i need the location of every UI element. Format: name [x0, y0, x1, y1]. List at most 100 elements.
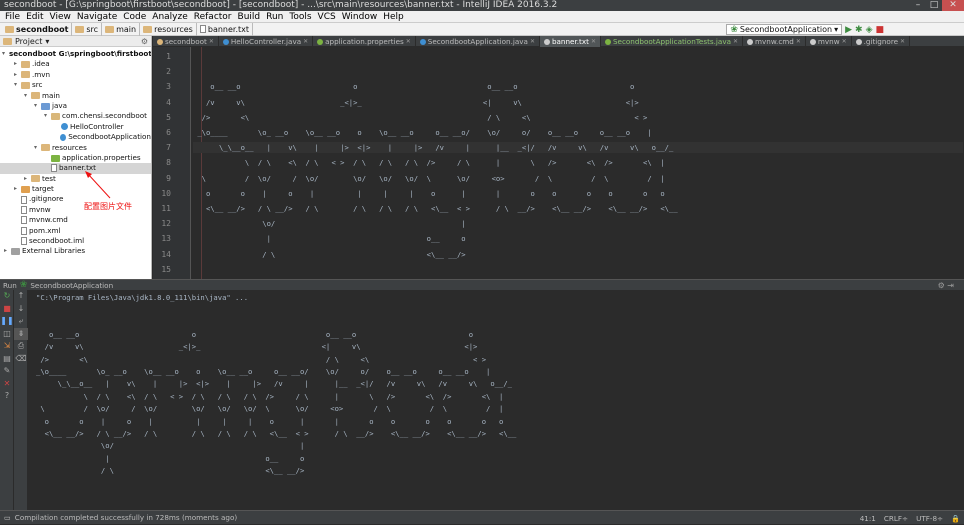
minimize-button[interactable]: – [910, 0, 926, 11]
tree-item[interactable]: SecondbootApplication [0, 132, 151, 142]
tree-item[interactable]: application.properties [0, 153, 151, 163]
tree-item[interactable]: ▾ resources [0, 143, 151, 153]
close-tab-icon[interactable]: ✕ [900, 36, 905, 47]
menu-refactor[interactable]: Refactor [193, 11, 233, 23]
close-tab-icon[interactable]: ✕ [406, 36, 411, 47]
menu-code[interactable]: Code [122, 11, 147, 23]
chevron-right-icon[interactable]: ▸ [12, 59, 19, 69]
scroll-to-end-icon[interactable]: ⇟ [14, 327, 28, 340]
close-tab-icon[interactable]: ✕ [303, 36, 308, 47]
breadcrumb-resources[interactable]: resources [140, 22, 197, 36]
breadcrumb-project[interactable]: secondboot [2, 22, 73, 36]
caret-position[interactable]: 41:1 [860, 514, 876, 523]
menu-run[interactable]: Run [265, 11, 284, 23]
stop-icon[interactable]: ■ [0, 303, 14, 316]
tree-item[interactable]: ▸ target [0, 184, 151, 194]
menu-view[interactable]: View [49, 11, 72, 23]
menu-file[interactable]: File [4, 11, 21, 23]
close-icon[interactable]: ✕ [0, 378, 14, 391]
tree-item[interactable]: pom.xml [0, 226, 151, 236]
lock-icon[interactable]: 🔒 [951, 514, 960, 523]
layout-icon[interactable]: ▤ [0, 353, 14, 366]
close-tab-icon[interactable]: ✕ [530, 36, 535, 47]
chevron-down-icon[interactable]: ▾ [32, 101, 39, 111]
tree-item[interactable]: ▸ External Libraries [0, 246, 151, 256]
dump-threads-icon[interactable]: ◫ [0, 328, 14, 341]
run-tab-label[interactable]: SecondbootApplication [30, 281, 113, 290]
tree-item[interactable]: mvnw.cmd [0, 215, 151, 225]
menu-analyze[interactable]: Analyze [151, 11, 188, 23]
chevron-right-icon[interactable]: ▸ [12, 184, 19, 194]
chevron-down-icon[interactable]: ▾ [32, 143, 39, 153]
chevron-down-icon[interactable]: ▾ [22, 91, 29, 101]
run-console[interactable]: "C:\Program Files\Java\jdk1.8.0_111\bin\… [28, 290, 964, 510]
coverage-icon[interactable]: ◈ [866, 25, 873, 35]
pause-icon[interactable]: ❚❚ [0, 315, 14, 328]
chevron-down-icon[interactable]: ▾ [2, 49, 5, 59]
editor-tab[interactable]: application.properties ✕ [313, 36, 416, 47]
print-icon[interactable]: ⎙ [14, 340, 28, 353]
chevron-right-icon[interactable]: ▸ [2, 246, 9, 256]
maximize-button[interactable]: □ [926, 0, 942, 11]
editor[interactable]: 1 2 3 4 5 6 7 8 9 10 11 12 13 14 15 o__ __o o o__ __o … [153, 47, 964, 279]
close-tab-icon[interactable]: ✕ [842, 36, 847, 47]
editor-text-area[interactable]: o__ __o o o__ __o o /v v\ _<|>_ <| v\ <| [193, 47, 963, 279]
help-icon[interactable]: ? [0, 390, 14, 403]
close-tab-icon[interactable]: ✕ [591, 36, 596, 47]
stop-icon[interactable]: ■ [875, 25, 884, 35]
debug-icon[interactable]: ✱ [855, 25, 863, 35]
tree-item[interactable]: ▸ .idea [0, 59, 151, 69]
breadcrumb-main[interactable]: main [102, 22, 141, 36]
close-tab-icon[interactable]: ✕ [733, 36, 738, 47]
pin-icon[interactable]: ✎ [0, 365, 14, 378]
tree-item[interactable]: ▾ secondboot G:\springboot\firstboot\seco… [0, 49, 151, 59]
down-arrow-icon[interactable]: ↓ [14, 303, 28, 316]
chevron-down-icon[interactable]: ▾ [12, 80, 19, 90]
rerun-icon[interactable]: ↻ [0, 290, 14, 303]
editor-tab[interactable]: banner.txt ✕ [539, 36, 601, 47]
soft-wrap-icon[interactable]: ⤶ [14, 315, 28, 328]
run-icon[interactable]: ▶ [845, 25, 852, 35]
tree-item[interactable]: ▸ .mvn [0, 70, 151, 80]
editor-tab[interactable]: HelloController.java ✕ [219, 36, 314, 47]
editor-tab[interactable]: SecondbootApplication.java ✕ [416, 36, 540, 47]
chevron-right-icon[interactable]: ▸ [22, 174, 29, 184]
editor-tab[interactable]: secondboot ✕ [153, 36, 219, 47]
menu-navigate[interactable]: Navigate [76, 11, 118, 23]
menu-edit[interactable]: Edit [25, 11, 44, 23]
menu-window[interactable]: Window [341, 11, 379, 23]
tree-item[interactable]: ▸ test [0, 174, 151, 184]
event-log-icon[interactable]: ▭ [4, 513, 11, 522]
project-view-selector[interactable]: Project ▾ ⚙ [0, 36, 151, 47]
line-separator[interactable]: CRLF÷ [884, 514, 908, 523]
tree-item[interactable]: ▾ src [0, 80, 151, 90]
up-arrow-icon[interactable]: ↑ [14, 290, 28, 303]
chevron-down-icon[interactable]: ▾ [42, 111, 49, 121]
tree-item[interactable]: ▾ java [0, 101, 151, 111]
menu-vcs[interactable]: VCS [317, 11, 337, 23]
breadcrumb-src[interactable]: src [72, 22, 103, 36]
close-tab-icon[interactable]: ✕ [209, 36, 214, 47]
gear-icon[interactable]: ⚙ ⇥ [938, 281, 954, 290]
editor-tab[interactable]: .gitignore ✕ [852, 36, 911, 47]
editor-tab[interactable]: mvnw.cmd ✕ [743, 36, 806, 47]
tree-item[interactable]: secondboot.iml [0, 236, 151, 246]
file-encoding[interactable]: UTF-8÷ [916, 514, 943, 523]
clear-all-icon[interactable]: ⌫ [14, 353, 28, 366]
editor-tab[interactable]: SecondbootApplicationTests.java ✕ [601, 36, 744, 47]
editor-tab[interactable]: mvnw ✕ [806, 36, 852, 47]
tree-item[interactable]: HelloController [0, 122, 151, 132]
menu-help[interactable]: Help [382, 11, 405, 23]
exit-icon[interactable]: ⇲ [0, 340, 14, 353]
close-tab-icon[interactable]: ✕ [796, 36, 801, 47]
tree-item[interactable]: ▾ com.chensi.secondboot [0, 111, 151, 121]
close-button[interactable]: ✕ [942, 0, 964, 11]
tree-item[interactable]: ▾ main [0, 91, 151, 101]
menu-build[interactable]: Build [237, 11, 262, 23]
settings-icon[interactable]: ⚙ [141, 37, 148, 46]
menu-tools[interactable]: Tools [288, 11, 312, 23]
breadcrumb-file[interactable]: banner.txt [197, 22, 254, 36]
run-config-selector[interactable]: ❀ SecondbootApplication ▾ [726, 24, 843, 35]
chevron-right-icon[interactable]: ▸ [12, 70, 19, 80]
tree-item[interactable]: banner.txt [0, 163, 151, 174]
